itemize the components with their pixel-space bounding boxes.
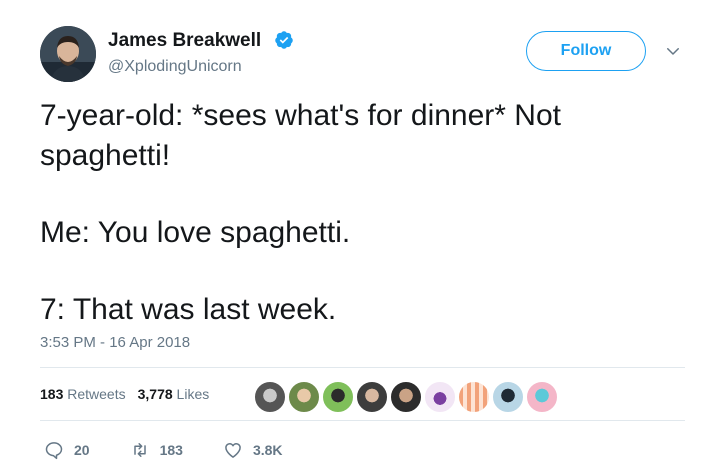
liker-avatars [254, 381, 560, 413]
tweet-paragraph: 7: That was last week. [40, 293, 337, 326]
liker-avatar[interactable] [526, 381, 558, 413]
liker-avatar[interactable] [288, 381, 320, 413]
retweet-count: 183 [159, 442, 183, 458]
liker-avatar[interactable] [322, 381, 354, 413]
heart-icon [225, 443, 241, 458]
retweets-stat[interactable]: 183 Retweets [40, 386, 126, 402]
reply-button[interactable]: 20 [44, 440, 90, 460]
liker-avatar[interactable] [254, 381, 286, 413]
retweet-icon [133, 443, 146, 457]
liker-avatar[interactable] [492, 381, 524, 413]
tweet-timestamp[interactable]: 3:53 PM - 16 Apr 2018 [40, 334, 190, 351]
likes-stat[interactable]: 3,778 Likes [138, 386, 210, 402]
verified-badge-icon [275, 31, 293, 49]
liker-avatar[interactable] [390, 381, 422, 413]
like-count: 3.8K [252, 442, 283, 458]
likes-count: 3,778 [137, 386, 173, 402]
divider [40, 420, 685, 421]
liker-avatar[interactable] [356, 381, 388, 413]
tweet-actions: 20 183 3.8K [44, 440, 323, 460]
chevron-down-icon[interactable] [664, 42, 682, 60]
divider [40, 367, 685, 368]
tweet-paragraph: Me: You love spaghetti. [40, 216, 351, 249]
author-avatar[interactable] [40, 26, 96, 82]
engagement-stats: 183 Retweets 3,778 Likes [40, 386, 221, 402]
author-handle[interactable]: @XplodingUnicorn [108, 58, 242, 76]
reply-icon [45, 442, 63, 460]
follow-button[interactable]: Follow [526, 31, 646, 71]
tweet-text: 7-year-old: *sees what's for dinner* Not… [40, 96, 680, 330]
liker-avatar[interactable] [458, 381, 490, 413]
liker-avatar[interactable] [424, 381, 456, 413]
retweets-label: Retweets [67, 386, 126, 402]
author-name[interactable]: James Breakwell [108, 30, 261, 52]
likes-label: Likes [176, 386, 210, 402]
retweets-count: 183 [40, 386, 64, 402]
like-button[interactable]: 3.8K [223, 440, 283, 460]
reply-count: 20 [74, 442, 90, 458]
retweet-button[interactable]: 183 [130, 440, 183, 460]
tweet-paragraph: 7-year-old: *sees what's for dinner* Not… [40, 99, 570, 172]
